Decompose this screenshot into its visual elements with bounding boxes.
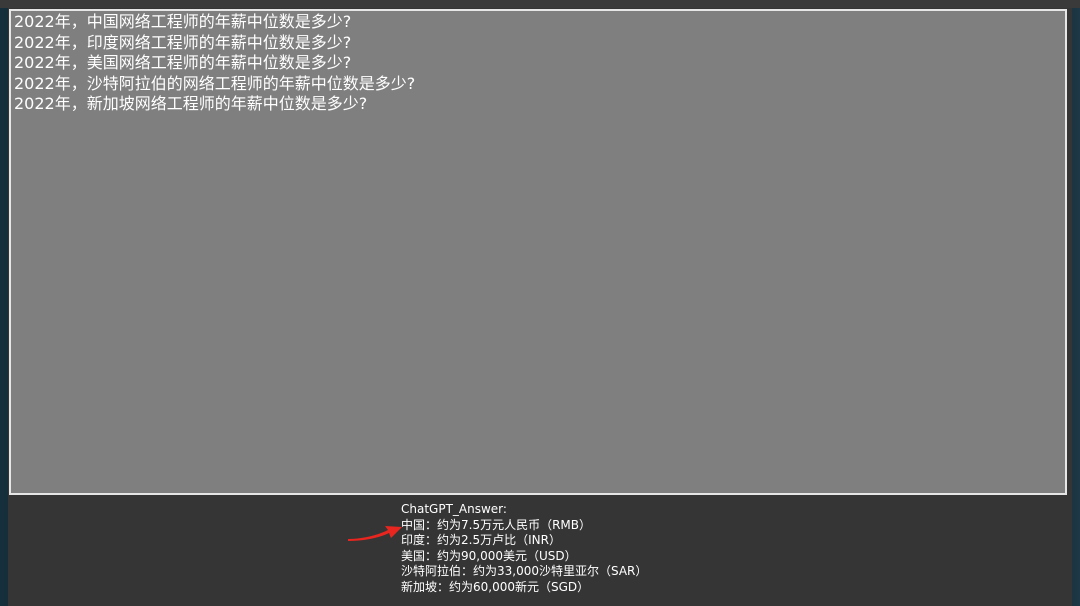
answer-line-india: 印度：约为2.5万卢比（INR） bbox=[401, 533, 561, 547]
red-arrow-icon bbox=[348, 526, 402, 541]
answer-panel: ChatGPT_Answer: 中国：约为7.5万元人民币（RMB） 印度：约为… bbox=[401, 502, 1041, 595]
answer-line-saudi: 沙特阿拉伯：约为33,000沙特里亚尔（SAR） bbox=[401, 564, 648, 578]
question-input[interactable]: 2022年，中国网络工程师的年薪中位数是多少? 2022年，印度网络工程师的年薪… bbox=[9, 9, 1067, 495]
answer-line-singapore: 新加坡：约为60,000新元（SGD） bbox=[401, 579, 590, 594]
answer-line-usa: 美国：约为90,000美元（USD） bbox=[401, 548, 577, 563]
answer-heading: ChatGPT_Answer: bbox=[401, 502, 507, 516]
answer-line-china: 中国：约为7.5万元人民币（RMB） bbox=[401, 517, 592, 532]
screen: 2022年，中国网络工程师的年薪中位数是多少? 2022年，印度网络工程师的年薪… bbox=[0, 0, 1080, 606]
title-bar bbox=[0, 0, 1080, 8]
